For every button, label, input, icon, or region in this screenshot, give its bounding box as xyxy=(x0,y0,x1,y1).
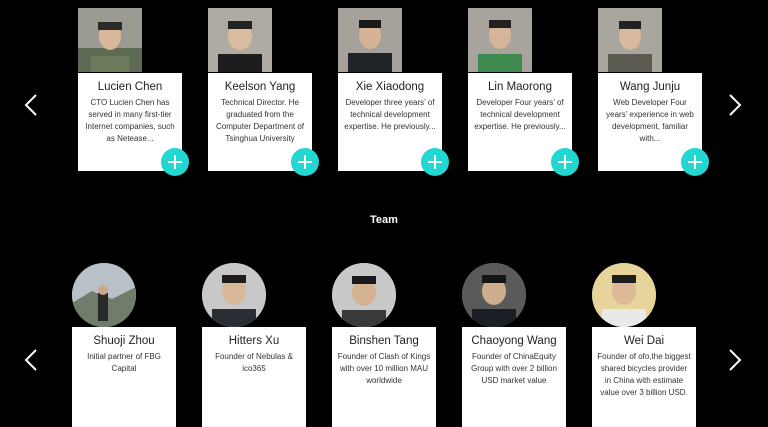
member-description: Developer Four years’ of technical devel… xyxy=(474,98,566,131)
plus-icon xyxy=(428,155,442,169)
member-description: Founder of Nebulas & ico365 xyxy=(215,352,293,373)
section-title: Team xyxy=(370,214,398,226)
member-description: Technical Director. He graduated from th… xyxy=(215,98,305,143)
expand-button[interactable] xyxy=(551,148,579,176)
chevron-left-icon xyxy=(24,349,37,371)
plus-icon xyxy=(298,155,312,169)
member-description: Founder of ChinaEquity Group with over 2… xyxy=(471,352,557,385)
member-card: Shuoji Zhou Initial partner of FBG Capit… xyxy=(72,327,176,427)
member-photo xyxy=(598,8,662,72)
expand-button[interactable] xyxy=(421,148,449,176)
member-photo xyxy=(462,263,526,327)
person-avatar-icon xyxy=(72,263,136,327)
member-card: Hitters Xu Founder of Nebulas & ico365 xyxy=(202,327,306,427)
member-photo xyxy=(332,263,396,327)
member-card: Chaoyong Wang Founder of ChinaEquity Gro… xyxy=(462,327,566,427)
member-description: Founder of Clash of Kings with over 10 m… xyxy=(337,352,431,385)
member-name: Hitters Xu xyxy=(228,335,280,347)
person-avatar-icon xyxy=(208,8,272,72)
member-description: CTO Lucien Chen has served in many first… xyxy=(85,98,175,143)
chevron-right-icon xyxy=(729,94,742,116)
member-description: Initial partner of FBG Capital xyxy=(87,352,161,373)
prev-arrow[interactable] xyxy=(18,90,44,120)
person-avatar-icon xyxy=(332,263,396,327)
member-name: Shuoji Zhou xyxy=(93,335,155,347)
plus-icon xyxy=(558,155,572,169)
member-name: Lin Maorong xyxy=(488,81,552,93)
chevron-left-icon xyxy=(24,94,37,116)
member-photo xyxy=(468,8,532,72)
member-photo xyxy=(78,8,142,72)
expand-button[interactable] xyxy=(291,148,319,176)
member-name: Wei Dai xyxy=(623,335,665,347)
member-description: Founder of ofo,the biggest shared bicycl… xyxy=(597,352,691,397)
expand-button[interactable] xyxy=(161,148,189,176)
person-avatar-icon xyxy=(598,8,662,72)
person-avatar-icon xyxy=(468,8,532,72)
member-name: Keelson Yang xyxy=(224,81,296,93)
member-name: Chaoyong Wang xyxy=(471,335,557,347)
member-photo xyxy=(592,263,656,327)
member-name: Binshen Tang xyxy=(349,335,419,347)
member-name: Wang Junju xyxy=(619,81,681,93)
member-description: Developer three years’ of technical deve… xyxy=(344,98,436,131)
person-avatar-icon xyxy=(462,263,526,327)
member-photo xyxy=(202,263,266,327)
person-avatar-icon xyxy=(78,8,142,72)
member-card: Binshen Tang Founder of Clash of Kings w… xyxy=(332,327,436,427)
member-description: Web Developer Four years’ experience in … xyxy=(606,98,694,143)
chevron-right-icon xyxy=(729,349,742,371)
person-avatar-icon xyxy=(338,8,402,72)
member-name: Lucien Chen xyxy=(97,81,163,93)
person-avatar-icon xyxy=(202,263,266,327)
person-avatar-icon xyxy=(592,263,656,327)
prev-arrow[interactable] xyxy=(18,345,44,375)
member-name: Xie Xiaodong xyxy=(355,81,425,93)
next-arrow[interactable] xyxy=(722,345,748,375)
member-photo xyxy=(208,8,272,72)
plus-icon xyxy=(168,155,182,169)
member-photo xyxy=(72,263,136,327)
plus-icon xyxy=(688,155,702,169)
expand-button[interactable] xyxy=(681,148,709,176)
next-arrow[interactable] xyxy=(722,90,748,120)
member-photo xyxy=(338,8,402,72)
member-card: Wei Dai Founder of ofo,the biggest share… xyxy=(592,327,696,427)
